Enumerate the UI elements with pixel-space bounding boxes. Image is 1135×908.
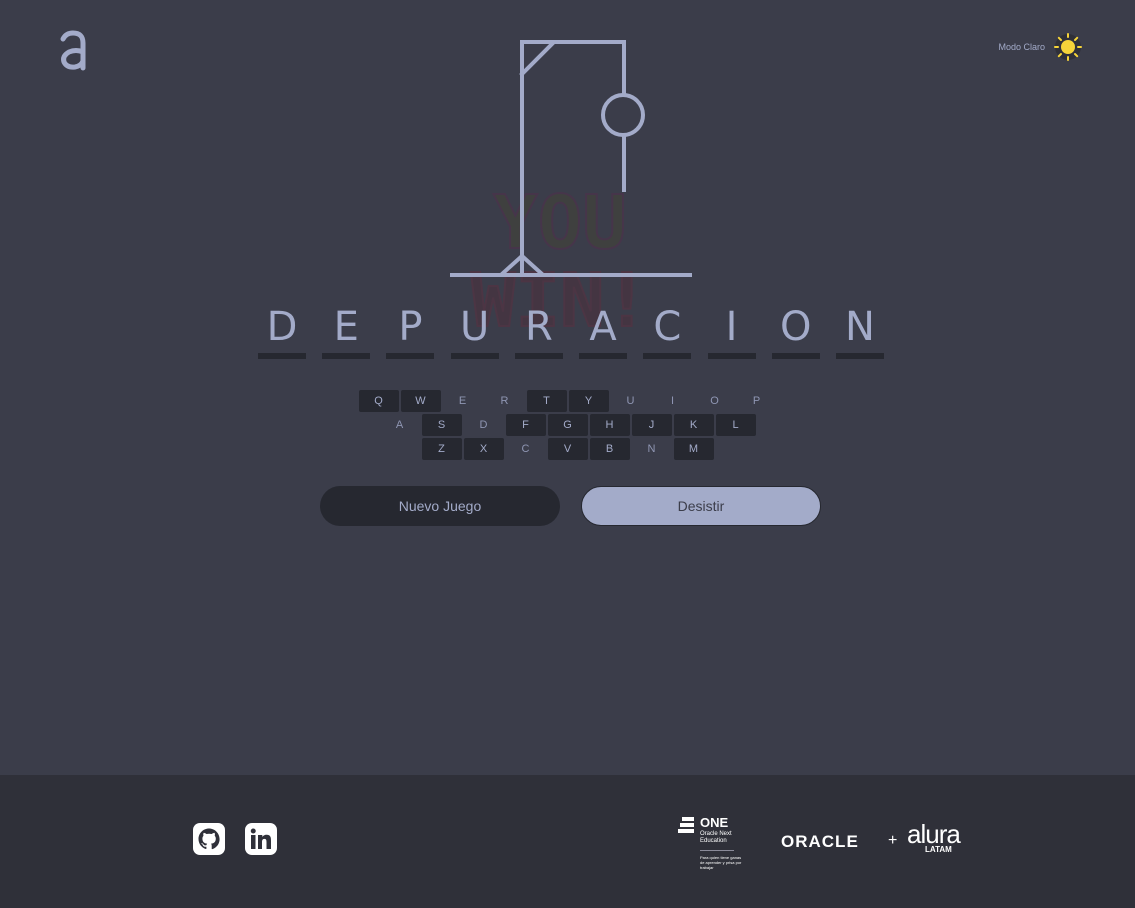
letter-underline <box>386 353 435 359</box>
revealed-letter: O <box>780 304 812 350</box>
revealed-letter: E <box>333 304 359 350</box>
key-s[interactable]: S <box>421 414 462 436</box>
key-t[interactable]: T <box>526 390 567 412</box>
key-l[interactable]: L <box>715 414 756 436</box>
keyboard-row: QWERTYUIOP <box>0 390 1135 412</box>
letter-slot: O <box>771 304 820 359</box>
key-r[interactable]: R <box>485 390 525 412</box>
key-b[interactable]: B <box>589 438 630 460</box>
revealed-letter: U <box>460 304 490 350</box>
latam-label: LATAM <box>925 845 952 854</box>
virtual-keyboard: QWERTYUIOPASDFGHJKLZXCVBNM <box>0 390 1135 462</box>
plus-sign: + <box>888 832 898 849</box>
letter-underline <box>514 353 563 359</box>
letter-underline <box>258 353 306 359</box>
letter-slot: U <box>450 304 499 359</box>
linkedin-icon <box>250 828 271 849</box>
key-o[interactable]: O <box>695 390 735 412</box>
revealed-letter: R <box>524 304 553 350</box>
secret-word: DEPURACION <box>258 307 884 359</box>
letter-slot: P <box>386 304 435 359</box>
key-m[interactable]: M <box>673 438 714 460</box>
key-w[interactable]: W <box>400 390 441 412</box>
key-e[interactable]: E <box>443 390 483 412</box>
key-f[interactable]: F <box>505 414 546 436</box>
new-game-button[interactable]: Nuevo Juego <box>320 486 560 526</box>
revealed-letter: C <box>653 304 682 350</box>
alura-logo-icon[interactable] <box>58 30 90 72</box>
hangman-gallows <box>450 40 692 277</box>
github-icon <box>198 828 220 850</box>
sun-icon[interactable] <box>1053 32 1083 62</box>
key-v[interactable]: V <box>547 438 588 460</box>
oracle-logo: ORACLE <box>781 832 859 851</box>
key-y[interactable]: Y <box>568 390 609 412</box>
key-c[interactable]: C <box>506 438 546 460</box>
letter-slot: N <box>835 304 884 359</box>
hangman-head <box>601 93 645 137</box>
theme-toggle[interactable]: Modo Claro <box>998 32 1083 62</box>
revealed-letter: N <box>845 304 875 350</box>
gallows-brace <box>519 41 555 77</box>
one-divider <box>700 850 734 851</box>
give-up-button[interactable]: Desistir <box>581 486 821 526</box>
gallows-foot-left <box>499 253 525 277</box>
one-tagline: Para quien tiene ganas de aprender y pri… <box>700 855 742 870</box>
revealed-letter: D <box>266 304 298 350</box>
github-link[interactable] <box>193 823 225 855</box>
letter-slot: D <box>258 307 306 359</box>
one-logo-icon <box>678 817 694 833</box>
letter-slot: E <box>322 304 371 359</box>
one-subtitle: Oracle Next Education <box>700 831 732 844</box>
revealed-letter: A <box>589 304 617 350</box>
key-u[interactable]: U <box>611 390 651 412</box>
letter-underline <box>450 353 499 359</box>
letter-underline <box>643 353 692 359</box>
key-g[interactable]: G <box>547 414 588 436</box>
keyboard-row: ASDFGHJKL <box>0 414 1135 436</box>
key-k[interactable]: K <box>673 414 714 436</box>
oracle-next-education-logo: ONE Oracle Next Education Para quien tie… <box>678 815 748 875</box>
key-q[interactable]: Q <box>358 390 399 412</box>
revealed-letter: P <box>398 304 423 350</box>
keyboard-row: ZXCVBNM <box>0 438 1135 460</box>
key-p[interactable]: P <box>737 390 777 412</box>
letter-slot: R <box>514 304 563 359</box>
key-d[interactable]: D <box>464 414 504 436</box>
letter-slot: I <box>707 304 756 359</box>
letter-underline <box>771 353 820 359</box>
letter-underline <box>835 353 884 359</box>
key-z[interactable]: Z <box>421 438 462 460</box>
letter-slot: C <box>643 304 692 359</box>
linkedin-link[interactable] <box>245 823 277 855</box>
gallows-foot-right <box>519 253 545 277</box>
revealed-letter: I <box>725 304 738 350</box>
key-h[interactable]: H <box>589 414 630 436</box>
theme-label: Modo Claro <box>998 42 1045 52</box>
key-j[interactable]: J <box>631 414 672 436</box>
footer: ONE Oracle Next Education Para quien tie… <box>0 775 1135 908</box>
letter-slot: A <box>579 304 628 359</box>
key-x[interactable]: X <box>463 438 504 460</box>
letter-underline <box>707 353 756 359</box>
one-title: ONE <box>700 815 729 830</box>
letter-underline <box>579 353 628 359</box>
key-n[interactable]: N <box>632 438 672 460</box>
letter-underline <box>322 353 371 359</box>
key-a[interactable]: A <box>380 414 420 436</box>
key-i[interactable]: I <box>653 390 693 412</box>
